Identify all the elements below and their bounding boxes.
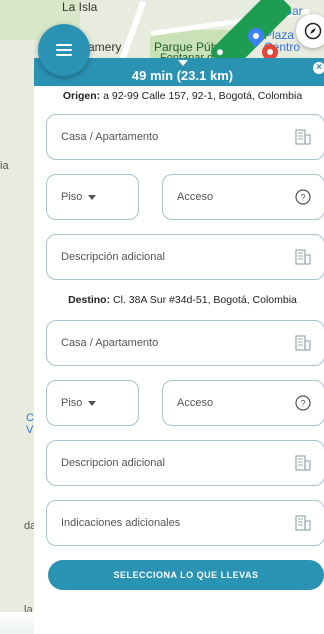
map-label: ia	[0, 160, 9, 172]
origin-floor-select[interactable]: Piso	[46, 174, 139, 220]
select-items-button[interactable]: SELECCIONA LO QUE LLEVAS	[48, 560, 324, 590]
menu-icon	[56, 44, 72, 56]
map-label: C	[26, 412, 34, 424]
route-details-panel: 49 min (23.1 km) × Origen: a 92-99 Calle…	[34, 58, 324, 634]
close-icon[interactable]: ×	[313, 62, 324, 74]
origin-address: Origen: a 92-99 Calle 157, 92-1, Bogotá,…	[34, 90, 324, 102]
building-icon	[292, 128, 314, 146]
building-icon	[292, 334, 314, 352]
origin-description-field[interactable]: Descripción adicional	[46, 234, 324, 280]
help-circle-icon[interactable]: ?	[292, 395, 314, 411]
caret-down-icon	[88, 194, 97, 200]
building-icon	[292, 514, 314, 532]
map-label: amery	[88, 40, 122, 54]
help-circle-icon[interactable]: ?	[292, 189, 314, 205]
origin-access-field[interactable]: Acceso ?	[162, 174, 324, 220]
map-label: La Isla	[62, 0, 98, 14]
collapse-caret-icon[interactable]	[178, 60, 188, 66]
destination-address-text: Cl. 38A Sur #34d-51, Bogotá, Colombia	[113, 294, 297, 306]
origin-floor-placeholder: Piso	[47, 191, 138, 203]
svg-text:?: ?	[300, 193, 305, 203]
origin-house-placeholder: Casa / Apartamento	[61, 131, 159, 143]
svg-text:?: ?	[300, 399, 305, 409]
destination-access-placeholder: Acceso	[177, 397, 214, 409]
route-duration-distance: 49 min (23.1 km)	[131, 68, 234, 83]
origin-house-field[interactable]: Casa / Apartamento	[46, 114, 324, 160]
map-road	[119, 0, 147, 60]
destination-house-placeholder: Casa / Apartamento	[61, 337, 159, 349]
caret-down-icon	[88, 400, 97, 406]
map-label: V	[26, 424, 34, 436]
origin-label: Origen:	[62, 90, 101, 102]
destination-floor-select[interactable]: Piso	[46, 380, 139, 426]
destination-label: Destino:	[68, 294, 111, 306]
destination-indications-field[interactable]: Indicaciones adicionales	[46, 500, 324, 546]
destination-description-field[interactable]: Descripcion adicional	[46, 440, 324, 486]
destination-floor-placeholder: Piso	[47, 397, 138, 409]
building-icon	[292, 248, 314, 266]
origin-address-text: a 92-99 Calle 157, 92-1, Bogotá, Colombi…	[103, 90, 303, 102]
origin-description-placeholder: Descripción adicional	[61, 251, 165, 263]
compass-icon	[304, 22, 322, 40]
destination-access-field[interactable]: Acceso ?	[162, 380, 324, 426]
destination-address: Destino: Cl. 38A Sur #34d-51, Bogotá, Co…	[34, 294, 324, 306]
menu-button[interactable]	[38, 24, 90, 76]
compass-button[interactable]	[296, 14, 324, 48]
origin-access-placeholder: Acceso	[177, 191, 214, 203]
destination-indications-placeholder: Indicaciones adicionales	[61, 517, 181, 529]
destination-description-placeholder: Descripcion adicional	[61, 457, 165, 469]
building-icon	[292, 454, 314, 472]
destination-house-field[interactable]: Casa / Apartamento	[46, 320, 324, 366]
